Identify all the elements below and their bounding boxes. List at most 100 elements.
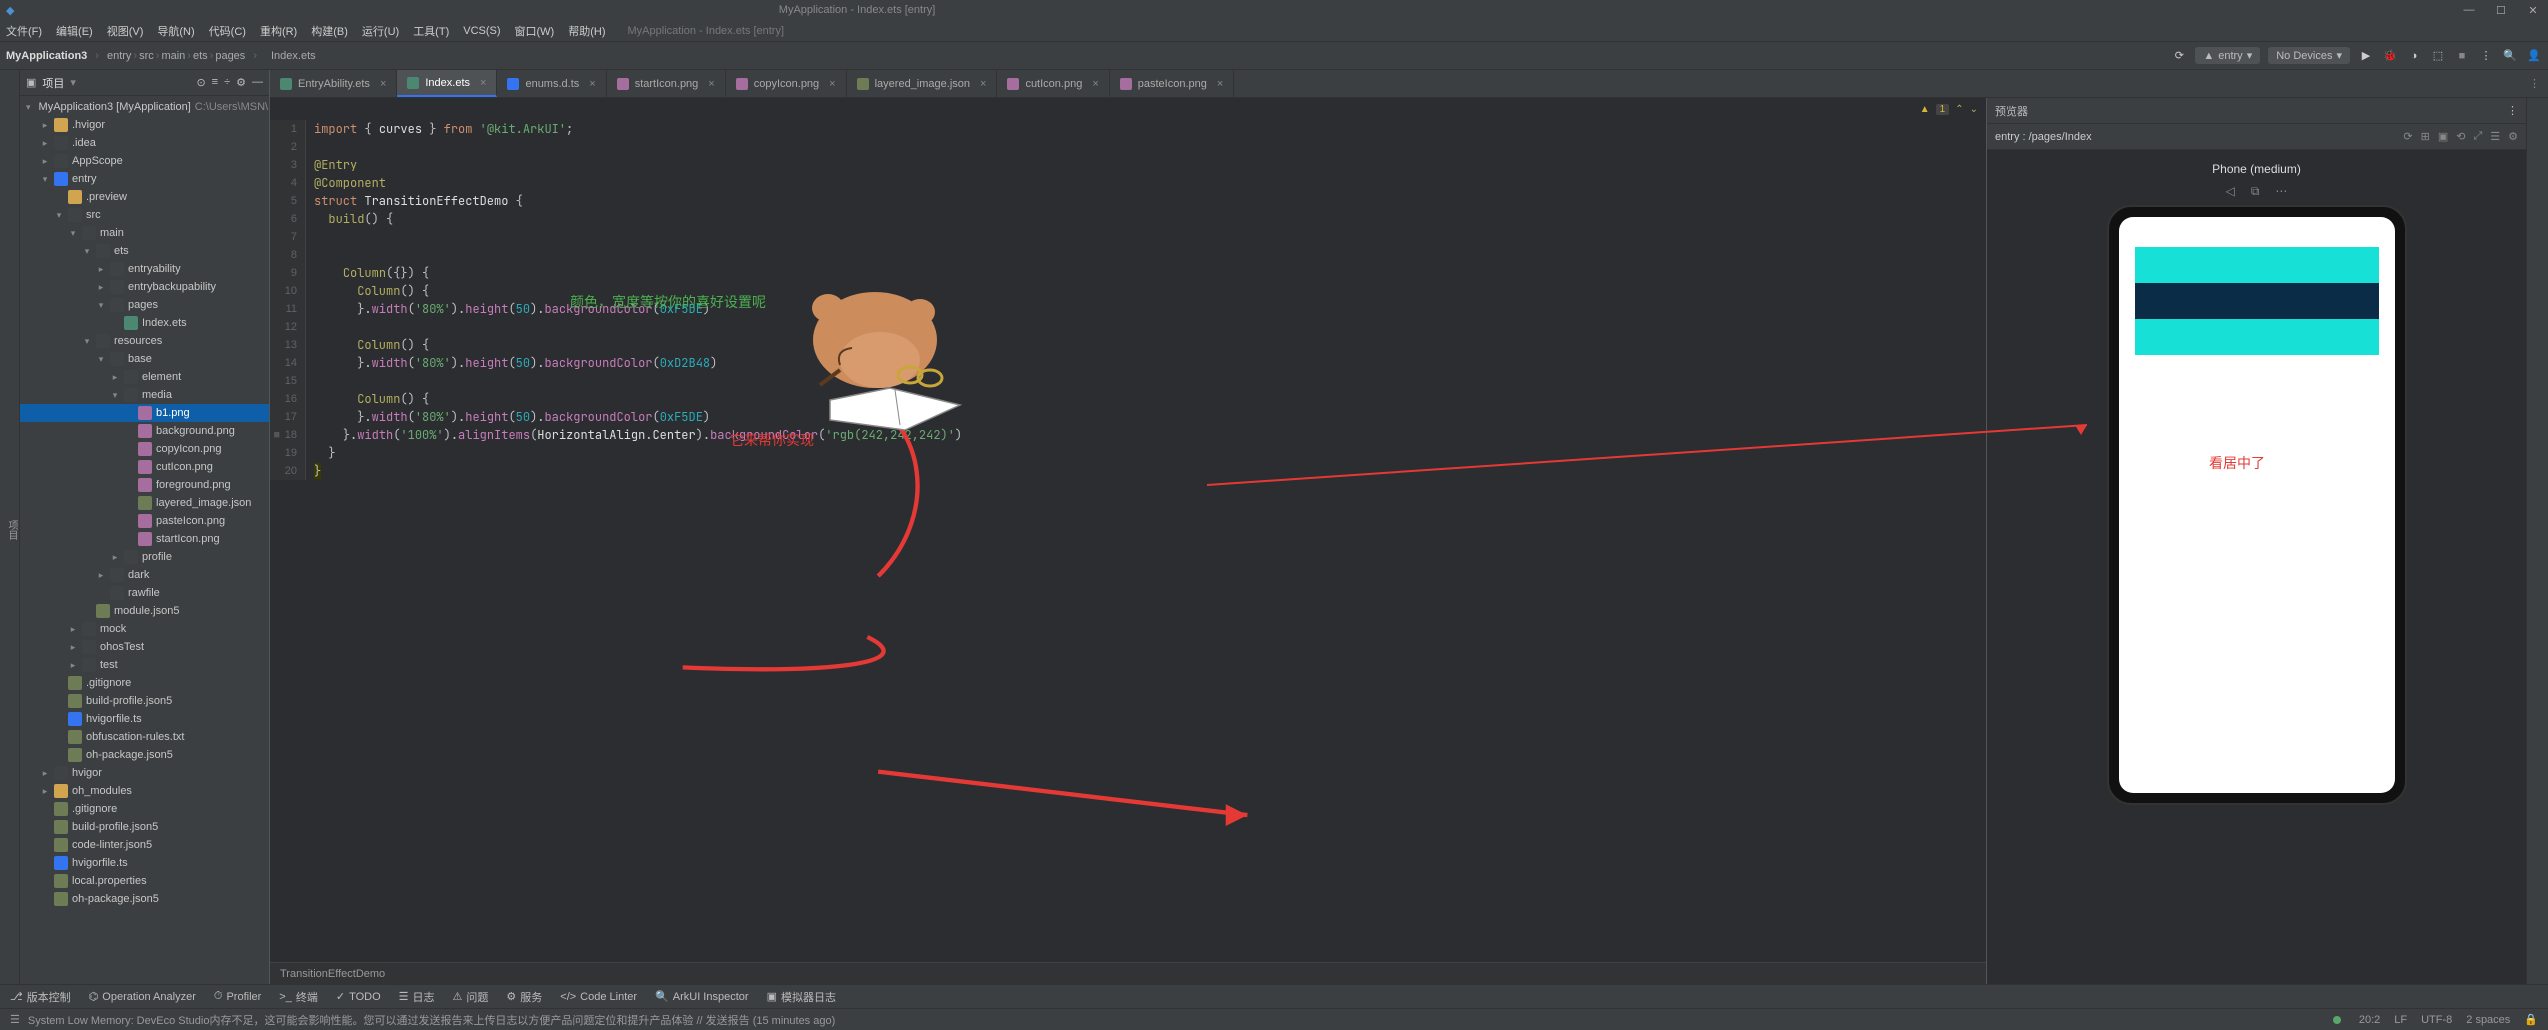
chevron-down-icon[interactable]: ⌄ <box>1970 104 1978 115</box>
tree-arrow-icon[interactable]: ▸ <box>96 264 106 275</box>
breadcrumb-segment[interactable]: pages <box>215 50 245 62</box>
close-icon[interactable]: × <box>1092 78 1098 90</box>
line-number[interactable]: 13 <box>285 339 297 351</box>
tree-row[interactable]: code-linter.json5 <box>20 836 269 854</box>
line-number[interactable]: 4 <box>291 177 297 189</box>
editor-tab[interactable]: copyIcon.png× <box>726 70 847 97</box>
breadcrumb-segment[interactable]: entry <box>107 50 131 62</box>
line-number[interactable]: 3 <box>291 159 297 171</box>
run-button[interactable]: ▶ <box>2358 48 2374 64</box>
line-number[interactable]: 19 <box>285 447 297 459</box>
editor-tab[interactable]: enums.d.ts× <box>497 70 606 97</box>
tree-arrow-icon[interactable]: ▸ <box>96 282 106 293</box>
avatar-icon[interactable]: 👤 <box>2526 48 2542 64</box>
code-line[interactable]: Column() { <box>306 391 1986 407</box>
line-number[interactable]: 6 <box>291 213 297 225</box>
bottom-tool-tab[interactable]: ⎇版本控制 <box>10 989 71 1005</box>
tree-arrow-icon[interactable]: ▸ <box>40 156 50 167</box>
menu-item[interactable]: 构建(B) <box>311 23 348 39</box>
bottom-tool-tab[interactable]: ⌬Operation Analyzer <box>89 990 196 1003</box>
close-icon[interactable]: × <box>589 78 595 90</box>
menu-item[interactable]: 帮助(H) <box>568 23 605 39</box>
code-line[interactable]: @Component <box>306 175 1986 191</box>
tree-row[interactable]: .gitignore <box>20 674 269 692</box>
tree-row[interactable]: rawfile <box>20 584 269 602</box>
breadcrumb-segment[interactable]: src <box>139 50 154 62</box>
tree-arrow-icon[interactable]: ▾ <box>110 390 120 401</box>
preview-tree-icon[interactable]: ⊞ <box>2421 130 2430 143</box>
menu-item[interactable]: 窗口(W) <box>515 23 555 39</box>
tree-arrow-icon[interactable]: ▸ <box>40 768 50 779</box>
close-icon[interactable]: × <box>1217 78 1223 90</box>
tree-row[interactable]: ▾pages <box>20 296 269 314</box>
line-number[interactable]: 12 <box>285 321 297 333</box>
editor-tab[interactable]: cutIcon.png× <box>997 70 1109 97</box>
more-run-icon[interactable]: ⋮ <box>2478 48 2494 64</box>
bottom-tool-tab[interactable]: ⚙服务 <box>506 989 542 1005</box>
tree-row[interactable]: Index.ets <box>20 314 269 332</box>
code-line[interactable]: import { curves } from '@kit.ArkUI'; <box>306 121 1986 137</box>
tree-arrow-icon[interactable]: ▸ <box>68 624 78 635</box>
bottom-tool-tab[interactable]: ☰日志 <box>399 989 435 1005</box>
status-encoding[interactable]: UTF-8 <box>2421 1014 2452 1026</box>
breadcrumb-project[interactable]: MyApplication3 <box>6 50 87 62</box>
tree-arrow-icon[interactable]: ▾ <box>96 300 106 311</box>
hide-icon[interactable]: — <box>252 76 263 89</box>
tree-arrow-icon[interactable]: ▸ <box>96 570 106 581</box>
tree-row[interactable]: ▸ohosTest <box>20 638 269 656</box>
tree-row[interactable]: ▸.hvigor <box>20 116 269 134</box>
preview-inspect-icon[interactable]: ▣ <box>2438 130 2448 143</box>
status-event-icon[interactable]: ☰ <box>10 1013 20 1026</box>
tree-row[interactable]: ▾MyApplication3 [MyApplication] C:\Users… <box>20 98 269 116</box>
line-number[interactable]: 14 <box>285 357 297 369</box>
line-number[interactable]: 16 <box>285 393 297 405</box>
code-line[interactable]: @Entry <box>306 157 1986 173</box>
tree-row[interactable]: build-profile.json5 <box>20 692 269 710</box>
sync-icon[interactable]: ⟳ <box>2171 48 2187 64</box>
tree-arrow-icon[interactable]: ▾ <box>96 354 106 365</box>
settings-icon[interactable]: ⚙ <box>236 76 246 89</box>
tree-row[interactable]: ▾entry <box>20 170 269 188</box>
code-line[interactable]: } <box>306 463 1986 479</box>
tree-row[interactable]: ▸profile <box>20 548 269 566</box>
menu-item[interactable]: 编辑(E) <box>56 23 93 39</box>
code-editor[interactable]: ▲ 1 ⌃ ⌄ 1import { curves } from '@kit.Ar… <box>270 98 1986 984</box>
tree-row[interactable]: background.png <box>20 422 269 440</box>
line-number[interactable]: 17 <box>285 411 297 423</box>
tree-row[interactable]: layered_image.json <box>20 494 269 512</box>
line-number[interactable]: 5 <box>291 195 297 207</box>
close-icon[interactable]: × <box>480 77 486 89</box>
device-screen[interactable] <box>2119 217 2395 793</box>
preview-more-icon[interactable]: ☰ <box>2490 130 2500 143</box>
tree-arrow-icon[interactable]: ▸ <box>110 372 120 383</box>
tree-row[interactable]: ▸dark <box>20 566 269 584</box>
line-number[interactable]: 1 <box>291 123 297 135</box>
line-number[interactable]: 7 <box>291 231 297 243</box>
tree-row[interactable]: copyIcon.png <box>20 440 269 458</box>
tree-arrow-icon[interactable]: ▾ <box>40 174 50 185</box>
stop-button[interactable]: ■ <box>2454 48 2470 64</box>
tree-row[interactable]: ▾src <box>20 206 269 224</box>
tree-row[interactable]: ▸test <box>20 656 269 674</box>
tree-row[interactable]: ▸.idea <box>20 134 269 152</box>
close-icon[interactable]: × <box>980 78 986 90</box>
tree-row[interactable]: cutIcon.png <box>20 458 269 476</box>
menu-item[interactable]: 导航(N) <box>157 23 194 39</box>
device-back-icon[interactable]: ◁ <box>2226 184 2235 199</box>
tree-row[interactable]: ▾base <box>20 350 269 368</box>
tree-row[interactable]: local.properties <box>20 872 269 890</box>
device-copy-icon[interactable]: ⧉ <box>2251 184 2260 199</box>
tree-arrow-icon[interactable]: ▸ <box>40 786 50 797</box>
close-icon[interactable]: × <box>829 78 835 90</box>
line-number[interactable]: 15 <box>285 375 297 387</box>
bottom-tool-tab[interactable]: >_终端 <box>279 989 318 1005</box>
preview-settings-icon[interactable]: ⚙ <box>2508 130 2518 143</box>
preview-refresh-icon[interactable]: ⟳ <box>2403 130 2412 143</box>
bottom-tool-tab[interactable]: ⚠问题 <box>453 989 489 1005</box>
tree-row[interactable]: module.json5 <box>20 602 269 620</box>
menu-item[interactable]: VCS(S) <box>463 25 500 37</box>
warning-icon[interactable]: ▲ <box>1920 104 1930 115</box>
tree-arrow-icon[interactable]: ▾ <box>82 336 92 347</box>
tree-row[interactable]: hvigorfile.ts <box>20 854 269 872</box>
menu-item[interactable]: 代码(C) <box>209 23 246 39</box>
